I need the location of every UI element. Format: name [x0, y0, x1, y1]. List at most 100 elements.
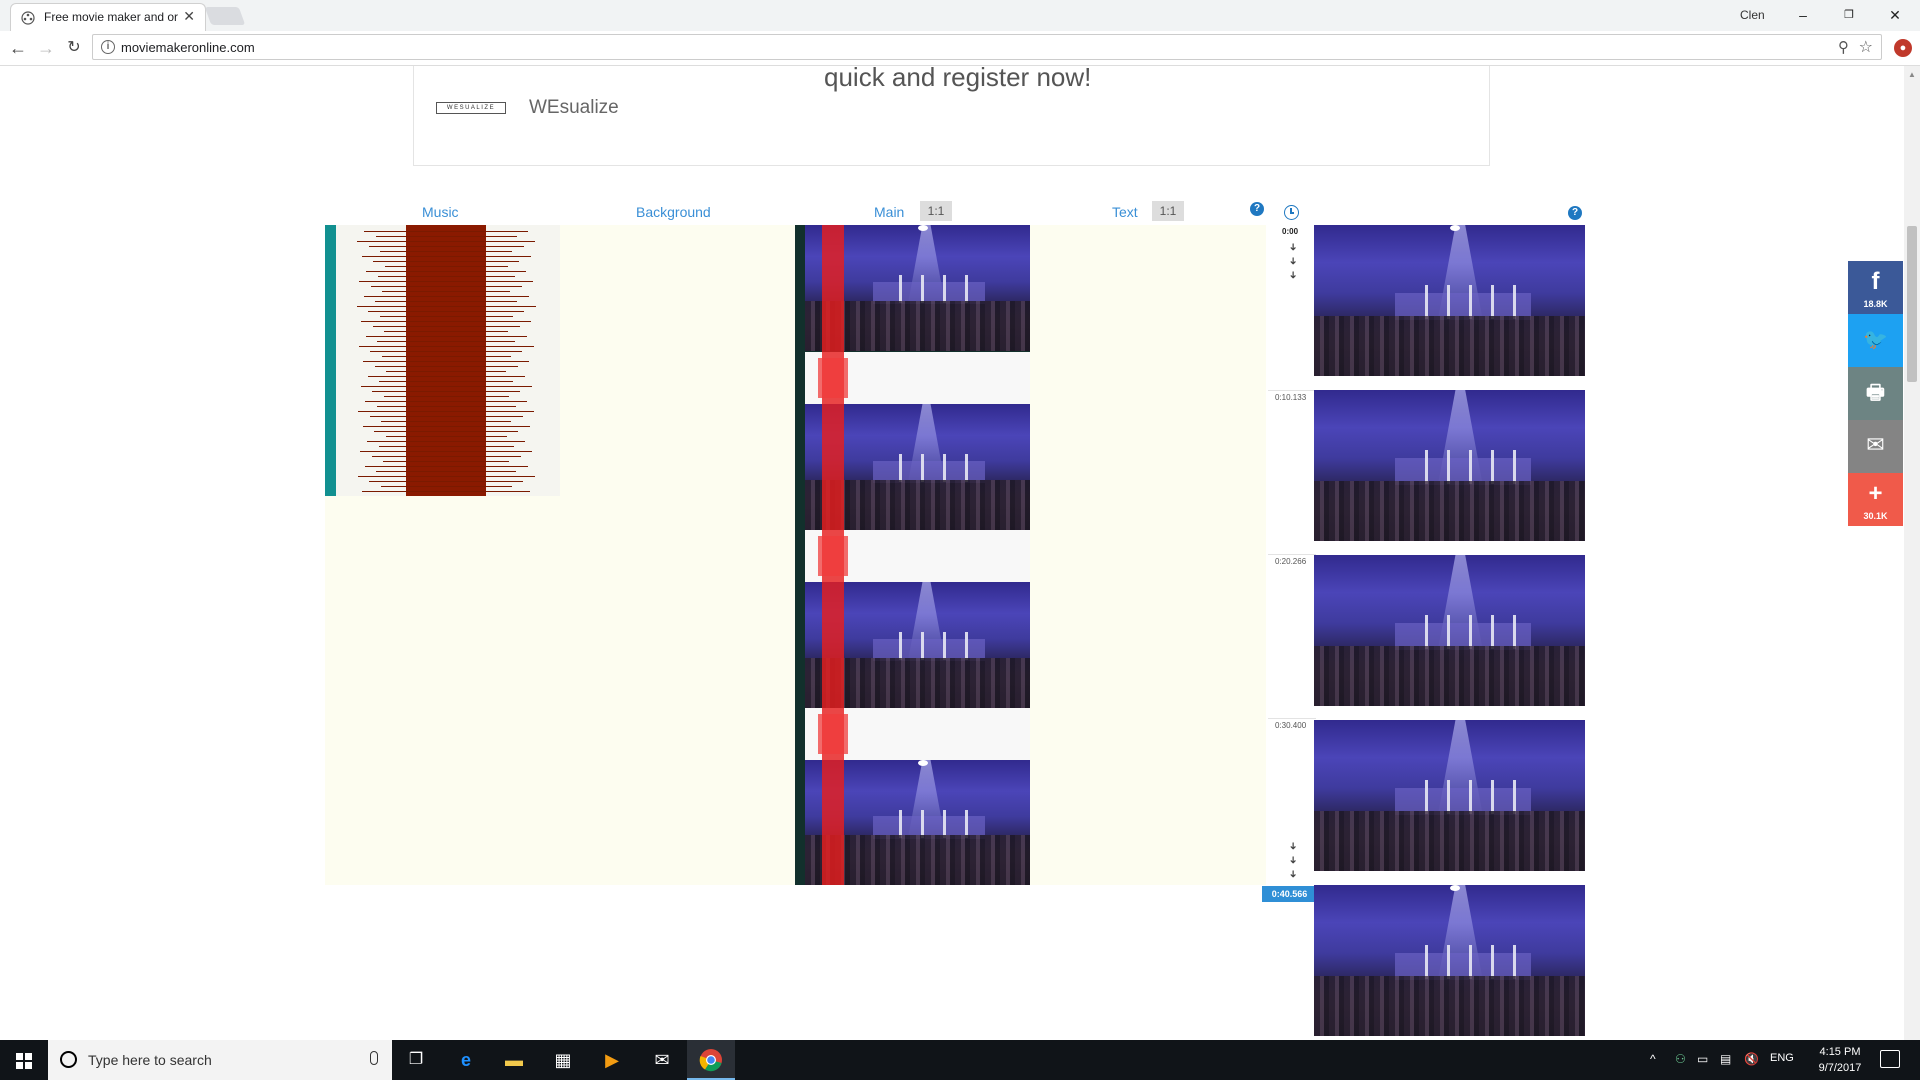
waveform-spike — [375, 236, 517, 237]
preview-frame[interactable] — [1314, 885, 1585, 1036]
back-arrow-icon[interactable]: ← — [6, 36, 30, 60]
page-scrollbar[interactable]: ▲ — [1904, 66, 1920, 1040]
language-indicator[interactable]: ENG — [1770, 1052, 1794, 1064]
facebook-icon: f — [1871, 268, 1880, 295]
waveform-spike — [385, 436, 507, 437]
music-track-handle[interactable] — [325, 225, 336, 496]
waveform-spike — [367, 441, 525, 442]
music-clip[interactable] — [336, 225, 560, 496]
forward-arrow-icon[interactable]: → — [34, 36, 58, 60]
waveform-spike — [376, 471, 516, 472]
task-view-icon[interactable]: ❐ — [404, 1048, 428, 1072]
edge-browser-icon[interactable]: e — [454, 1048, 478, 1072]
preview-frame[interactable] — [1314, 390, 1585, 541]
timeline-divider — [1268, 390, 1316, 391]
waveform-spike — [381, 421, 511, 422]
wesualize-logo[interactable]: WESUALIZE — [436, 102, 506, 114]
taskbar-clock[interactable]: 4:15 PM 9/7/2017 — [1810, 1044, 1870, 1076]
tab-music[interactable]: Music — [422, 204, 459, 220]
media-app-icon[interactable]: ▶ — [600, 1048, 624, 1072]
facebook-share-button[interactable]: f 18.8K — [1848, 261, 1903, 314]
down-arrow-icon: ➜ — [1287, 869, 1299, 879]
text-aspect-ratio-button[interactable]: 1:1 — [1152, 201, 1184, 221]
promo-partner-name[interactable]: WEsualize — [529, 97, 619, 119]
volume-muted-icon[interactable]: 🔇 — [1744, 1052, 1759, 1066]
bookmark-star-icon[interactable]: ☆ — [1859, 37, 1873, 57]
windows-logo-icon — [25, 1053, 32, 1060]
preview-frame[interactable] — [1314, 555, 1585, 706]
waveform-spike — [357, 476, 535, 477]
waveform-spike — [378, 446, 514, 447]
action-center-icon[interactable] — [1880, 1050, 1900, 1068]
waveform-spike — [379, 316, 513, 317]
waveform-spike — [377, 341, 515, 342]
browser-toolbar: ← → ↻ i moviemakeronline.com ⚲ ☆ ● — [0, 31, 1920, 66]
waveform-spike — [382, 291, 510, 292]
reload-icon[interactable]: ↻ — [62, 36, 86, 60]
zoom-icon[interactable]: ⚲ — [1838, 38, 1849, 56]
address-bar[interactable]: i moviemakeronline.com ⚲ ☆ — [92, 34, 1882, 60]
tab-main[interactable]: Main — [874, 204, 904, 220]
tray-overflow-chevron[interactable]: ^ — [1650, 1052, 1656, 1066]
email-icon: ✉ — [1866, 432, 1885, 457]
print-icon: 🖶 — [1866, 382, 1885, 404]
waveform-spike — [372, 391, 520, 392]
waveform-spike — [383, 461, 509, 462]
plus-icon: + — [1868, 480, 1883, 507]
timeline-divider — [1268, 554, 1316, 555]
main-audio-waveform-peak — [818, 714, 848, 754]
page-viewport: quick and register now! WESUALIZE WEsual… — [0, 66, 1904, 1040]
twitter-share-button[interactable]: 🐦 — [1848, 314, 1903, 367]
mail-icon[interactable]: ✉ — [650, 1048, 674, 1072]
address-url[interactable]: moviemakeronline.com — [121, 40, 255, 55]
waveform-spike — [360, 386, 532, 387]
email-share-button[interactable]: ✉ — [1848, 420, 1903, 473]
windows-logo-icon — [16, 1062, 23, 1069]
main-aspect-ratio-button[interactable]: 1:1 — [920, 201, 952, 221]
clock-date: 9/7/2017 — [1818, 1062, 1862, 1074]
microphone-icon[interactable] — [370, 1051, 378, 1065]
new-tab-button[interactable] — [204, 7, 246, 25]
file-explorer-icon[interactable]: ▬ — [502, 1048, 526, 1072]
windows-taskbar: Type here to search ❐ e ▬ ▦ ▶ ✉ ^ ⚇ ▭ ▤ … — [0, 1040, 1920, 1080]
people-tray-icon[interactable]: ⚇ — [1675, 1052, 1686, 1066]
down-arrow-icon: ➜ — [1287, 270, 1299, 280]
main-audio-waveform-peak — [818, 358, 848, 398]
scroll-up-icon[interactable]: ▲ — [1908, 70, 1916, 79]
tab-text[interactable]: Text — [1112, 204, 1138, 220]
tab-close-icon[interactable]: ✕ — [183, 8, 195, 25]
waveform-spike — [376, 406, 516, 407]
extension-icon[interactable]: ● — [1894, 39, 1912, 57]
tab-background[interactable]: Background — [636, 204, 711, 220]
waveform-spike — [370, 286, 522, 287]
waveform-spike — [362, 426, 530, 427]
promo-panel: quick and register now! WESUALIZE WEsual… — [413, 66, 1490, 166]
preview-frame[interactable] — [1314, 720, 1585, 871]
maximize-button[interactable]: ❐ — [1826, 3, 1872, 27]
browser-tab-active[interactable]: Free movie maker and or ✕ — [10, 3, 206, 31]
chrome-taskbar-item[interactable] — [687, 1040, 735, 1080]
tracks-help-icon[interactable]: ? — [1250, 202, 1264, 216]
waveform-spike — [373, 261, 519, 262]
more-share-button[interactable]: + 30.1K — [1848, 473, 1903, 526]
waveform-spike — [367, 376, 525, 377]
scrollbar-thumb[interactable] — [1907, 226, 1917, 382]
taskbar-search-box[interactable]: Type here to search — [48, 1040, 392, 1080]
waveform-spike — [362, 491, 530, 492]
start-button[interactable] — [0, 1040, 48, 1080]
print-button[interactable]: 🖶 — [1848, 367, 1903, 420]
waveform-spike — [370, 351, 522, 352]
close-window-button[interactable]: ✕ — [1872, 3, 1918, 27]
timeline-help-icon[interactable]: ? — [1568, 206, 1582, 220]
battery-icon[interactable]: ▭ — [1697, 1052, 1708, 1066]
waveform-spike — [361, 321, 531, 322]
preview-frame[interactable] — [1314, 225, 1585, 376]
cortana-icon — [60, 1051, 77, 1068]
minimize-button[interactable]: – — [1780, 3, 1826, 27]
site-info-icon[interactable]: i — [101, 40, 115, 54]
waveform-spike — [364, 466, 528, 467]
profile-button[interactable]: Clen — [1740, 8, 1765, 22]
store-icon[interactable]: ▦ — [551, 1048, 575, 1072]
current-time-badge[interactable]: 0:40.566 — [1262, 886, 1317, 902]
network-icon[interactable]: ▤ — [1720, 1052, 1731, 1066]
